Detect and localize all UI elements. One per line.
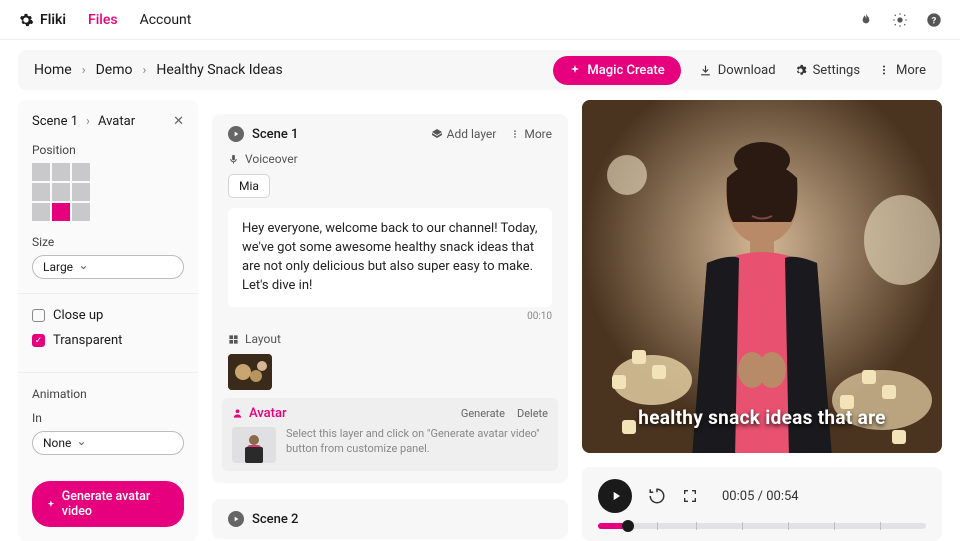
avatar-label: Avatar: [249, 406, 287, 421]
svg-text:?: ?: [932, 15, 937, 26]
chevron-right-icon: ›: [86, 114, 90, 129]
chevron-down-icon: [77, 439, 86, 448]
sidebar-crumb-scene[interactable]: Scene 1: [32, 114, 78, 129]
layout-thumbnail[interactable]: [228, 354, 272, 390]
pos-cell[interactable]: [72, 203, 90, 221]
video-player: 00:05 / 00:54: [582, 467, 942, 541]
pos-cell[interactable]: [32, 203, 50, 221]
flame-icon[interactable]: [858, 12, 874, 28]
sidebar: Scene 1 › Avatar ✕ Position Size Large C…: [18, 100, 198, 541]
mic-icon: [228, 154, 239, 165]
crumb-demo[interactable]: Demo: [96, 62, 133, 78]
scene-more-button[interactable]: More: [510, 127, 552, 141]
pos-cell[interactable]: [32, 183, 50, 201]
replay-icon[interactable]: [648, 487, 666, 505]
layout-label: Layout: [228, 332, 552, 346]
in-label: In: [32, 411, 184, 425]
chevron-right-icon: ›: [142, 63, 146, 78]
dots-vertical-icon: [510, 129, 520, 139]
avatar-note: Select this layer and click on "Generate…: [286, 427, 548, 457]
delete-link[interactable]: Delete: [517, 407, 548, 420]
play-scene-icon[interactable]: [228, 511, 244, 527]
chevron-right-icon: ›: [82, 63, 86, 78]
fullscreen-icon[interactable]: [682, 488, 698, 504]
settings-button[interactable]: Settings: [794, 63, 860, 78]
video-preview[interactable]: healthy snack ideas that are: [582, 100, 942, 453]
sun-icon[interactable]: [892, 12, 908, 28]
layers-icon: [431, 128, 443, 140]
sidebar-crumb-avatar[interactable]: Avatar: [98, 114, 135, 129]
closeup-checkbox-row[interactable]: Close up: [32, 308, 184, 323]
gear-icon: [794, 64, 807, 77]
voice-chip[interactable]: Mia: [228, 174, 270, 198]
toolbar: Home › Demo › Healthy Snack Ideas Magic …: [18, 50, 942, 90]
script-timestamp: 00:10: [228, 311, 552, 322]
gear-icon: [18, 12, 34, 28]
position-label: Position: [32, 143, 184, 157]
pos-cell[interactable]: [52, 163, 70, 181]
position-grid: [32, 163, 184, 221]
add-layer-button[interactable]: Add layer: [431, 127, 497, 141]
scene-card-2[interactable]: Scene 2: [212, 499, 568, 539]
scene-title: Scene 1: [252, 127, 298, 142]
playback-time: 00:05 / 00:54: [722, 489, 799, 504]
person-icon: [232, 408, 243, 419]
animation-label: Animation: [32, 387, 184, 401]
magic-create-button[interactable]: Magic Create: [553, 56, 680, 85]
nav-account[interactable]: Account: [140, 12, 192, 28]
download-icon: [699, 64, 712, 77]
scene-card-1: Scene 1 Add layer More Voiceover Mia H: [212, 114, 568, 483]
play-button[interactable]: [598, 479, 632, 513]
video-caption: healthy snack ideas that are: [582, 406, 942, 429]
pos-cell[interactable]: [72, 163, 90, 181]
size-select[interactable]: Large: [32, 255, 184, 279]
generate-link[interactable]: Generate: [461, 407, 505, 420]
crumb-project[interactable]: Healthy Snack Ideas: [156, 62, 282, 78]
crumb-home[interactable]: Home: [34, 62, 72, 78]
pos-cell[interactable]: [72, 183, 90, 201]
seek-bar[interactable]: [598, 523, 926, 529]
play-scene-icon[interactable]: [228, 126, 244, 142]
size-label: Size: [32, 235, 184, 249]
layout-icon: [228, 334, 239, 345]
checkbox-icon: [32, 309, 45, 322]
chevron-down-icon: [79, 263, 88, 272]
download-button[interactable]: Download: [699, 63, 776, 78]
pos-cell[interactable]: [52, 183, 70, 201]
sparkle-icon: [46, 499, 56, 510]
voiceover-label: Voiceover: [228, 152, 552, 166]
animation-in-select[interactable]: None: [32, 431, 184, 455]
brand-logo[interactable]: Fliki: [18, 12, 66, 28]
close-icon[interactable]: ✕: [173, 114, 184, 129]
checkbox-checked-icon: ✓: [32, 334, 45, 347]
sparkle-icon: [569, 64, 581, 76]
more-button[interactable]: More: [878, 63, 926, 78]
help-icon[interactable]: ?: [926, 12, 942, 28]
nav-files[interactable]: Files: [88, 12, 118, 28]
pos-cell[interactable]: [32, 163, 50, 181]
avatar-thumbnail[interactable]: [232, 427, 276, 463]
dots-vertical-icon: [878, 64, 890, 76]
scene-title: Scene 2: [252, 512, 298, 527]
script-text[interactable]: Hey everyone, welcome back to our channe…: [228, 208, 552, 307]
transparent-checkbox-row[interactable]: ✓ Transparent: [32, 333, 184, 348]
pos-cell-selected[interactable]: [52, 203, 70, 221]
timestamp-top: 02:01: [521, 100, 546, 103]
generate-avatar-button[interactable]: Generate avatar video: [32, 481, 184, 527]
seek-thumb[interactable]: [622, 520, 634, 532]
